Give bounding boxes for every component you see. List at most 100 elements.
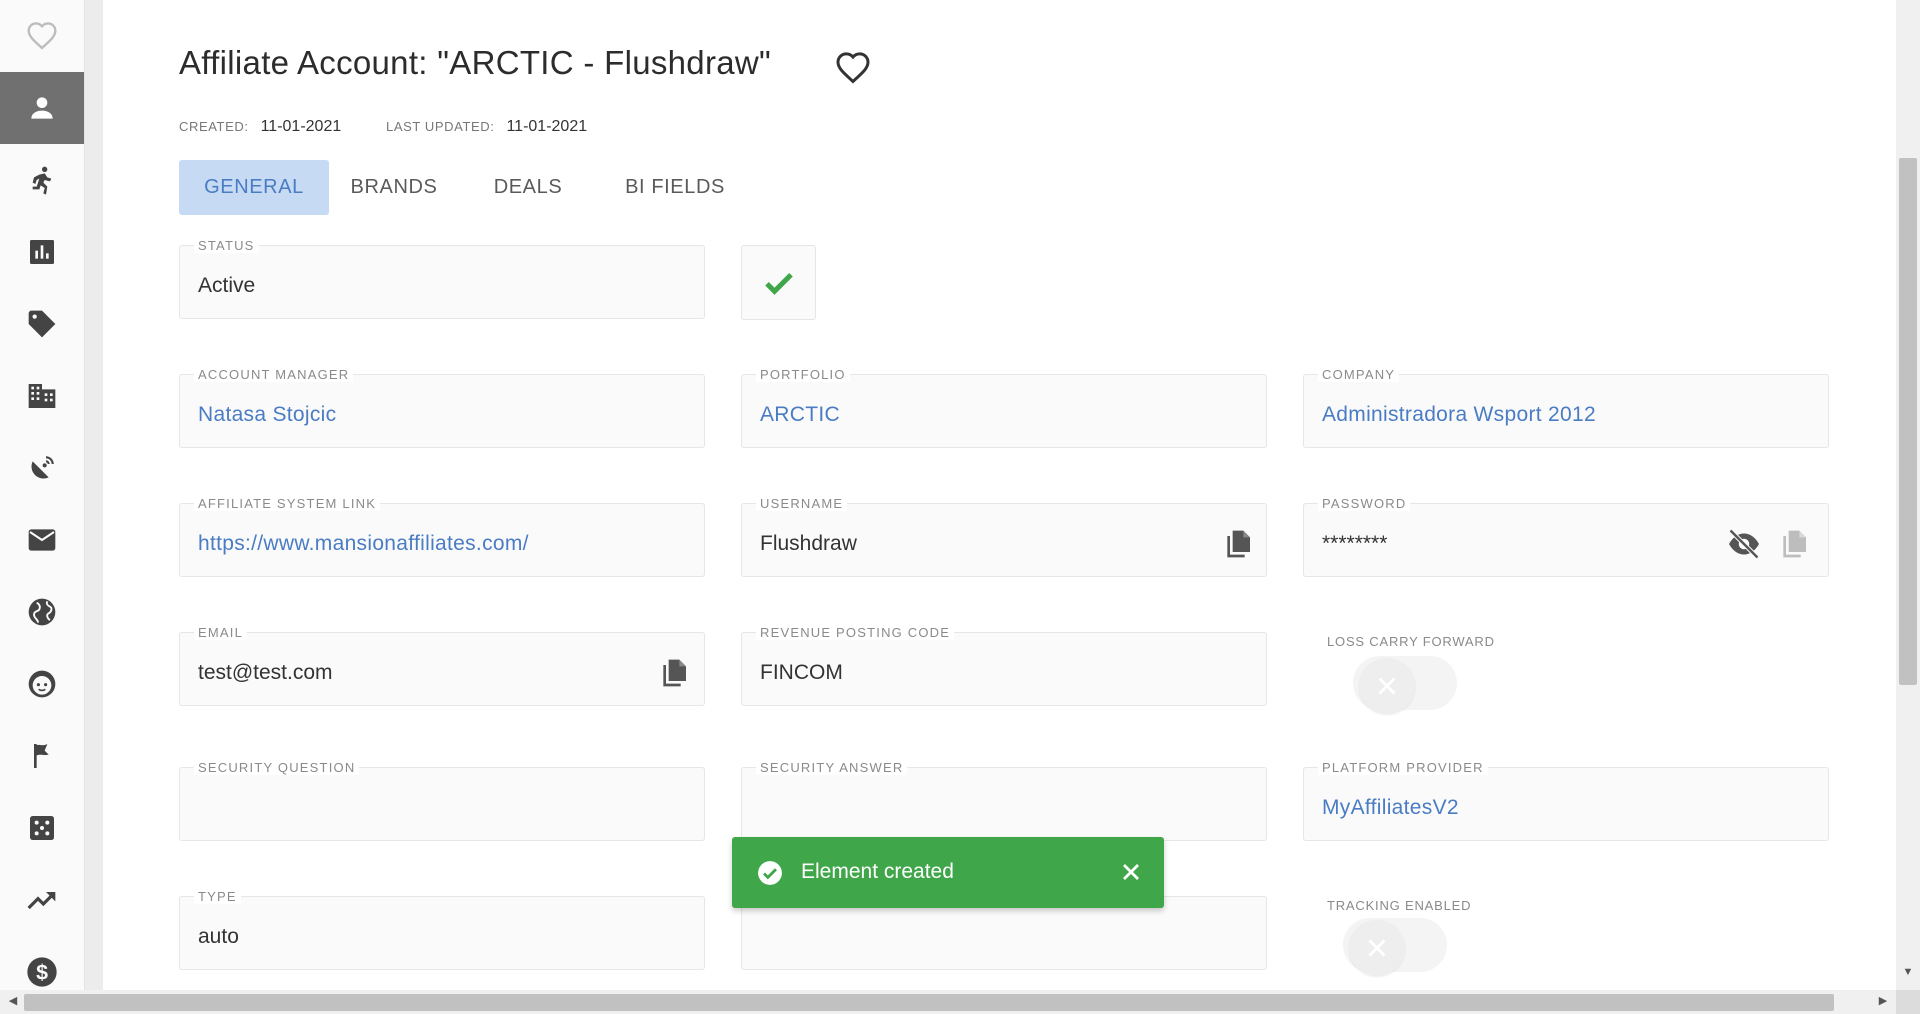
security-answer-label: SECURITY ANSWER (756, 761, 908, 775)
company-field[interactable]: COMPANY Administradora Wsport 2012 (1303, 368, 1829, 448)
affiliate-system-link-field[interactable]: AFFILIATE SYSTEM LINK https://www.mansio… (179, 497, 705, 577)
platform-provider-field[interactable]: PLATFORM PROVIDER MyAffiliatesV2 (1303, 761, 1829, 841)
heart-outline-icon (836, 52, 870, 84)
tab-brands[interactable]: BRANDS (329, 160, 459, 215)
globe-icon (28, 598, 56, 626)
scroll-down-arrow[interactable]: ▼ (1899, 966, 1917, 986)
security-answer-field[interactable]: SECURITY ANSWER (741, 761, 1267, 841)
toggle-password-visibility-button[interactable] (1726, 526, 1762, 562)
face-icon (28, 670, 56, 698)
close-icon (1123, 864, 1139, 880)
platform-provider-value[interactable]: MyAffiliatesV2 (1322, 796, 1459, 820)
building-icon (28, 384, 56, 408)
running-person-icon (32, 166, 52, 195)
toast-notification: Element created (732, 837, 1164, 908)
portfolio-label: PORTFOLIO (756, 368, 850, 382)
affiliate-system-link-label: AFFILIATE SYSTEM LINK (194, 497, 381, 511)
mail-icon (28, 529, 56, 551)
account-manager-field[interactable]: ACCOUNT MANAGER Natasa Stojcic (179, 368, 705, 448)
toast-close-button[interactable] (1117, 858, 1145, 886)
sidebar-item-reports[interactable] (0, 216, 84, 288)
account-manager-label: ACCOUNT MANAGER (194, 368, 354, 382)
revenue-posting-code-field[interactable]: REVENUE POSTING CODE FINCOM (741, 626, 1267, 706)
tab-deals[interactable]: DEALS (463, 160, 593, 215)
tag-icon (28, 310, 56, 338)
sidebar-gutter (85, 0, 103, 990)
security-question-field[interactable]: SECURITY QUESTION (179, 761, 705, 841)
toggle-knob (1359, 658, 1415, 714)
copy-username-button[interactable] (1222, 526, 1254, 562)
type-label: TYPE (194, 890, 241, 904)
copy-password-button[interactable] (1778, 526, 1810, 562)
heart-outline-icon (27, 22, 57, 50)
created-value: 11-01-2021 (260, 118, 342, 135)
portfolio-field[interactable]: PORTFOLIO ARCTIC (741, 368, 1267, 448)
copy-icon (663, 659, 686, 687)
status-active-checkbox[interactable] (741, 245, 816, 320)
tab-bi-fields[interactable]: BI FIELDS (595, 160, 755, 215)
scroll-left-arrow[interactable]: ◀ (4, 994, 22, 1007)
password-field[interactable]: PASSWORD ******** (1303, 497, 1829, 577)
toast-message: Element created (801, 860, 954, 883)
company-value[interactable]: Administradora Wsport 2012 (1322, 403, 1596, 427)
portfolio-value[interactable]: ARCTIC (760, 403, 840, 427)
satellite-dish-icon (31, 456, 54, 479)
sidebar-item-affiliates[interactable] (0, 72, 84, 144)
sidebar-item-games[interactable] (0, 792, 84, 864)
account-manager-value[interactable]: Natasa Stojcic (198, 403, 336, 427)
check-icon (764, 272, 793, 295)
sidebar-nav: $ (0, 0, 85, 990)
vertical-scroll-thumb[interactable] (1899, 158, 1917, 685)
created-info: CREATED: 11-01-2021 (179, 118, 341, 136)
status-value: Active (198, 274, 256, 297)
loss-carry-forward-toggle[interactable] (1353, 656, 1457, 714)
flag-icon (34, 744, 49, 768)
email-field[interactable]: EMAIL test@test.com (179, 626, 705, 706)
svg-text:$: $ (36, 960, 48, 984)
status-label: STATUS (194, 239, 259, 253)
updated-value: 11-01-2021 (506, 118, 588, 135)
sidebar-item-campaigns[interactable] (0, 720, 84, 792)
page-title: Affiliate Account: "ARCTIC - Flushdraw" (179, 44, 772, 81)
password-label: PASSWORD (1318, 497, 1411, 511)
copy-icon (1227, 530, 1250, 558)
sidebar-item-favorites[interactable] (0, 0, 84, 72)
sidebar-item-regions[interactable] (0, 576, 84, 648)
revenue-posting-code-label: REVENUE POSTING CODE (756, 626, 955, 640)
dice-icon (30, 816, 54, 840)
copy-email-button[interactable] (658, 655, 690, 691)
close-icon (1368, 939, 1386, 957)
sidebar-item-mail[interactable] (0, 504, 84, 576)
toggle-knob (1349, 920, 1405, 976)
type-field[interactable]: TYPE auto (179, 890, 705, 970)
email-value: test@test.com (198, 661, 333, 684)
sidebar-item-companies[interactable] (0, 360, 84, 432)
sidebar-item-activity[interactable] (0, 144, 84, 216)
favorite-button[interactable] (835, 50, 871, 86)
updated-label: LAST UPDATED: (386, 119, 495, 134)
affiliate-system-link-value[interactable]: https://www.mansionaffiliates.com/ (198, 532, 529, 556)
horizontal-scroll-thumb[interactable] (24, 994, 1834, 1011)
sidebar-item-trends[interactable] (0, 864, 84, 936)
revenue-posting-code-value: FINCOM (760, 661, 843, 684)
dollar-icon: $ (27, 957, 57, 987)
created-label: CREATED: (179, 119, 249, 134)
tracking-enabled-toggle[interactable] (1343, 918, 1447, 976)
username-value: Flushdraw (760, 532, 857, 555)
status-field[interactable]: STATUS Active (179, 239, 705, 319)
type-value: auto (198, 925, 239, 948)
tracking-enabled-label: TRACKING ENABLED (1327, 898, 1472, 913)
scrollbar-corner (1896, 990, 1920, 1014)
check-circle-icon (757, 860, 783, 886)
sidebar-item-players[interactable] (0, 648, 84, 720)
sidebar-item-tags[interactable] (0, 288, 84, 360)
scroll-right-arrow[interactable]: ▶ (1874, 994, 1892, 1007)
username-field[interactable]: USERNAME Flushdraw (741, 497, 1267, 577)
sidebar-item-broadcast[interactable] (0, 432, 84, 504)
security-question-label: SECURITY QUESTION (194, 761, 360, 775)
password-value: ******** (1322, 532, 1388, 555)
tab-general[interactable]: GENERAL (179, 160, 329, 215)
copy-icon (1783, 530, 1806, 558)
company-label: COMPANY (1318, 368, 1400, 382)
loss-carry-forward-label: LOSS CARRY FORWARD (1327, 634, 1495, 649)
